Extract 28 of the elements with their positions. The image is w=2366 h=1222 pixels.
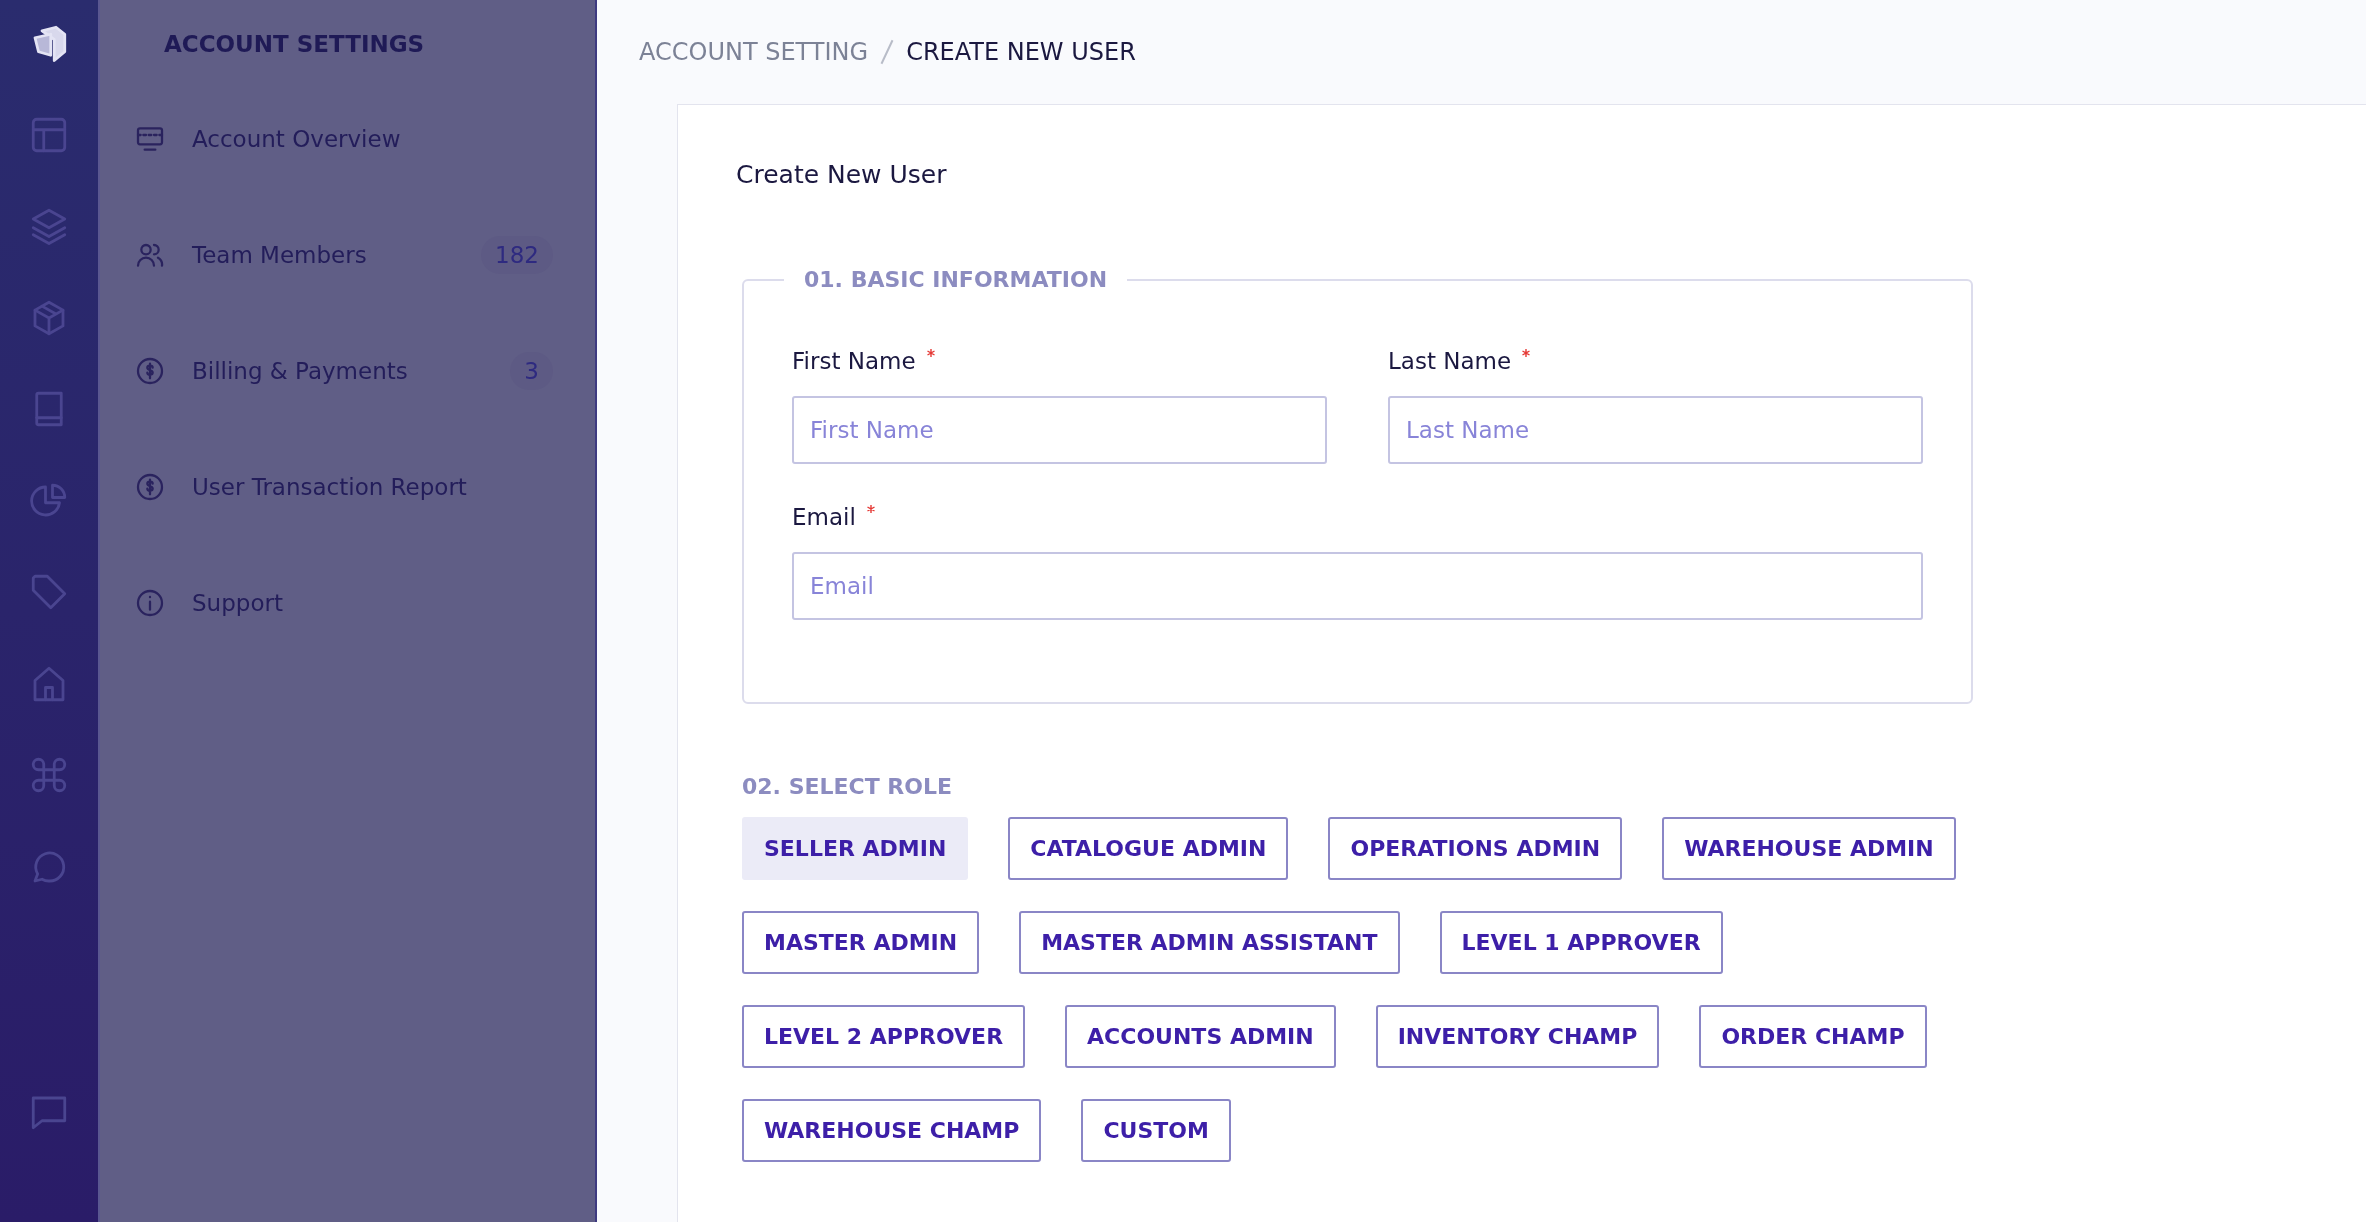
field-label: Email xyxy=(792,504,856,530)
role-button[interactable]: LEVEL 2 APPROVER xyxy=(742,1005,1026,1068)
role-button[interactable]: OPERATIONS ADMIN xyxy=(1328,817,1623,880)
info-icon xyxy=(134,587,166,619)
role-button[interactable]: SELLER ADMIN xyxy=(742,817,969,880)
breadcrumb-current[interactable]: CREATE NEW USER xyxy=(906,38,1136,66)
section-legend: 01. BASIC INFORMATION xyxy=(784,267,1128,292)
role-button[interactable]: INVENTORY CHAMP xyxy=(1375,1005,1660,1068)
role-button[interactable]: WAREHOUSE ADMIN xyxy=(1662,817,1956,880)
dollar-icon xyxy=(134,471,166,503)
input-field[interactable]: Email xyxy=(792,552,1923,620)
card-title: Create New User xyxy=(736,160,948,189)
section-heading: 02. SELECT ROLE xyxy=(742,774,954,799)
role-button[interactable]: MASTER ADMIN xyxy=(742,911,980,974)
role-button[interactable]: WAREHOUSE CHAMP xyxy=(742,1099,1042,1162)
role-button[interactable]: LEVEL 1 APPROVER xyxy=(1439,911,1723,974)
sidebar-title: ACCOUNT SETTINGS xyxy=(164,31,426,57)
role-button[interactable]: CATALOGUE ADMIN xyxy=(1008,817,1289,880)
role-button[interactable]: MASTER ADMIN ASSISTANT xyxy=(1019,911,1400,974)
role-button[interactable]: CUSTOM xyxy=(1081,1099,1231,1162)
field-label: First Name xyxy=(792,348,916,374)
field-label: Last Name xyxy=(1388,348,1512,374)
breadcrumb-link[interactable]: ACCOUNT SETTING xyxy=(639,38,869,66)
dollar-icon xyxy=(134,355,166,387)
role-button[interactable]: ACCOUNTS ADMIN xyxy=(1065,1005,1336,1068)
input-field[interactable]: Last Name xyxy=(1388,396,1923,464)
input-field[interactable]: First Name xyxy=(792,396,1327,464)
role-button[interactable]: ORDER CHAMP xyxy=(1699,1005,1927,1068)
